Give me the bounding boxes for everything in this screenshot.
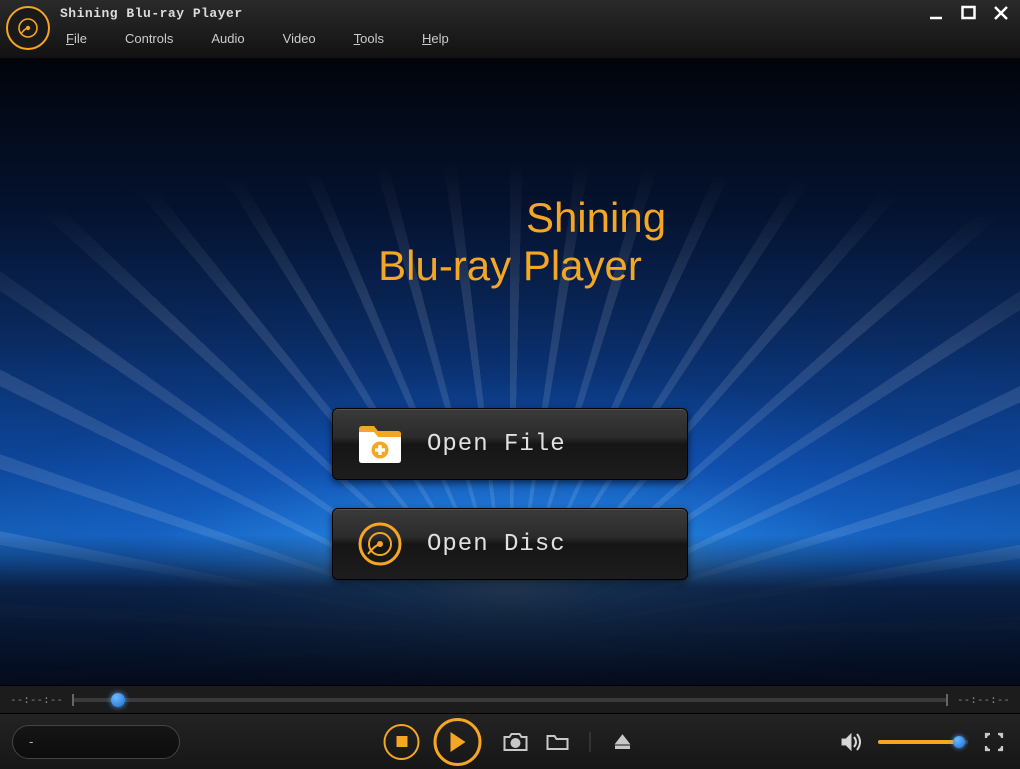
maximize-button[interactable] <box>960 4 978 22</box>
now-playing-display: - <box>12 725 180 759</box>
volume-fill <box>878 740 959 744</box>
eject-icon <box>614 733 632 751</box>
minimize-button[interactable] <box>928 4 946 22</box>
volume-slider[interactable] <box>878 740 968 744</box>
control-bar: - <box>0 713 1020 769</box>
fullscreen-button[interactable] <box>980 731 1008 753</box>
play-button[interactable] <box>434 718 482 766</box>
brand-text: Shining Blu-ray Player <box>0 194 1020 291</box>
folder-plus-icon <box>355 419 405 469</box>
volume-button[interactable] <box>838 731 866 753</box>
seek-bar: --:--:-- --:--:-- <box>0 685 1020 713</box>
video-area: Shining Blu-ray Player Open File <box>0 58 1020 685</box>
speaker-icon <box>841 732 863 752</box>
playback-controls <box>384 718 637 766</box>
menu-controls[interactable]: Controls <box>125 31 173 46</box>
menu-tools[interactable]: Tools <box>354 31 384 46</box>
now-playing-text: - <box>29 734 33 749</box>
open-folder-button[interactable] <box>544 731 572 753</box>
time-elapsed: --:--:-- <box>10 693 63 706</box>
fullscreen-icon <box>984 732 1004 752</box>
camera-icon <box>503 732 529 752</box>
separator <box>590 732 591 752</box>
folder-icon <box>546 733 570 751</box>
snapshot-button[interactable] <box>502 731 530 753</box>
play-icon <box>448 731 468 753</box>
menu-bar: File Controls Audio Video Tools Help <box>60 31 1012 46</box>
stop-button[interactable] <box>384 724 420 760</box>
volume-thumb[interactable] <box>953 736 965 748</box>
brand-line1: Shining <box>526 194 666 242</box>
disc-icon <box>355 519 405 569</box>
app-title: Shining Blu-ray Player <box>60 6 1012 21</box>
title-and-menu: Shining Blu-ray Player File Controls Aud… <box>60 0 1012 46</box>
open-disc-button[interactable]: Open Disc <box>332 508 688 580</box>
app-window: Shining Blu-ray Player File Controls Aud… <box>0 0 1020 769</box>
open-disc-label: Open Disc <box>427 531 566 558</box>
menu-audio[interactable]: Audio <box>211 31 244 46</box>
close-button[interactable] <box>992 4 1010 22</box>
right-controls <box>838 731 1008 753</box>
time-total: --:--:-- <box>957 693 1010 706</box>
open-buttons: Open File Open Disc <box>332 408 688 580</box>
menu-file[interactable]: File <box>66 31 87 46</box>
menu-help[interactable]: Help <box>422 31 449 46</box>
open-file-button[interactable]: Open File <box>332 408 688 480</box>
stop-icon <box>396 736 407 747</box>
seek-track[interactable] <box>73 698 947 702</box>
title-bar: Shining Blu-ray Player File Controls Aud… <box>0 0 1020 58</box>
menu-video[interactable]: Video <box>283 31 316 46</box>
eject-button[interactable] <box>609 731 637 753</box>
brand-line2: Blu-ray Player <box>0 242 1020 290</box>
open-file-label: Open File <box>427 431 566 458</box>
app-logo-icon <box>6 6 50 50</box>
window-controls <box>928 4 1010 22</box>
seek-thumb[interactable] <box>111 693 125 707</box>
